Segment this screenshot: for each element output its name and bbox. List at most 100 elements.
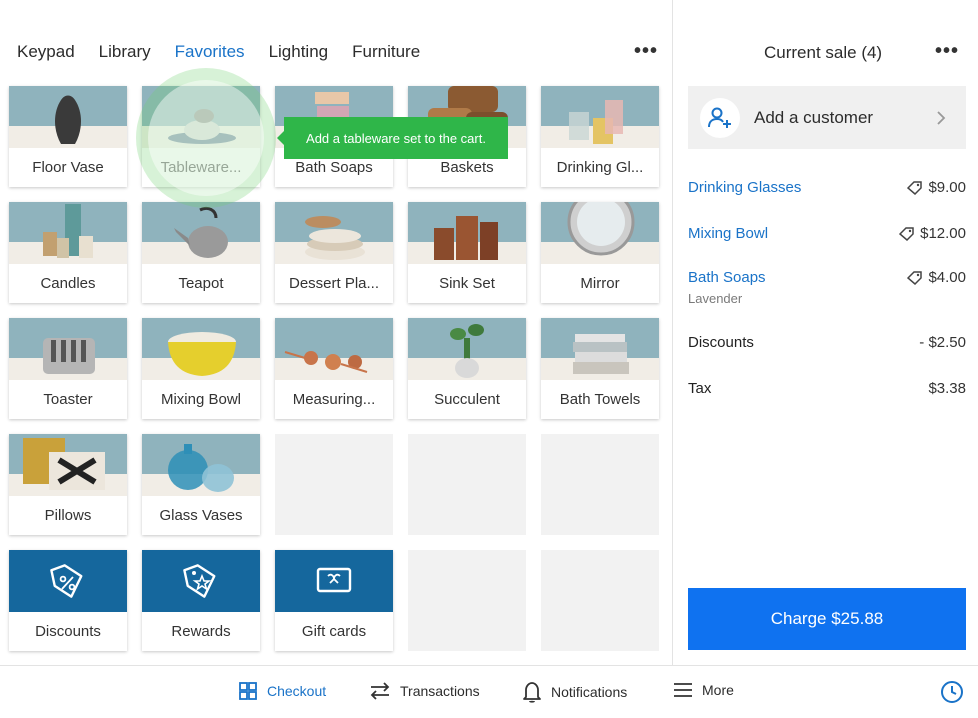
add-person-icon <box>700 97 740 138</box>
item-tile-bath-towels[interactable]: Bath Towels <box>541 318 659 419</box>
nav-notifications-label: Notifications <box>551 684 628 700</box>
floor-vase-image <box>9 86 127 148</box>
gift-cards-tile[interactable]: Gift cards <box>275 550 393 651</box>
succulent-image <box>408 318 526 380</box>
more-options-icon[interactable]: ••• <box>634 40 658 63</box>
nav-checkout[interactable]: Checkout <box>238 681 326 701</box>
item-grid-panel: Keypad Library Favorites Lighting Furnit… <box>0 0 672 665</box>
item-label: Drinking Gl... <box>556 159 644 176</box>
item-tile-pillows[interactable]: Pillows <box>9 434 127 535</box>
item-tile-dessert-plates[interactable]: Dessert Pla... <box>275 202 393 303</box>
favorites-grid: Floor Vase Tableware... Bath Soaps Baske… <box>9 86 659 651</box>
cart-item-price: $4.00 <box>928 269 966 286</box>
discounts-label: Discounts <box>688 334 754 351</box>
tax-value: $3.38 <box>928 380 966 397</box>
menu-icon <box>674 683 692 697</box>
item-tile-tableware[interactable]: Tableware... <box>142 86 260 187</box>
item-tile-measuring[interactable]: Measuring... <box>275 318 393 419</box>
bell-icon <box>523 682 541 703</box>
mixing-bowl-image <box>142 318 260 380</box>
item-label: Teapot <box>178 275 224 292</box>
item-tile-teapot[interactable]: Teapot <box>142 202 260 303</box>
item-tile-glass-vases[interactable]: Glass Vases <box>142 434 260 535</box>
nav-more[interactable]: More <box>673 681 734 699</box>
tax-label: Tax <box>688 380 712 397</box>
discounts-tile[interactable]: Discounts <box>9 550 127 651</box>
item-tile-mirror[interactable]: Mirror <box>541 202 659 303</box>
chevron-right-icon <box>937 110 946 125</box>
item-label: Pillows <box>44 507 92 524</box>
item-label: Succulent <box>434 391 500 408</box>
candles-image <box>9 202 127 264</box>
grid-icon <box>239 682 257 700</box>
item-tile-succulent[interactable]: Succulent <box>408 318 526 419</box>
item-label: Discounts <box>35 623 101 640</box>
nav-checkout-label: Checkout <box>267 683 327 699</box>
cart-item-price: $9.00 <box>928 179 966 196</box>
item-tile-drinking-glasses[interactable]: Drinking Gl... <box>541 86 659 187</box>
empty-tile-slot[interactable] <box>541 434 659 535</box>
nav-notifications[interactable]: Notifications <box>522 681 627 703</box>
item-tile-sink-set[interactable]: Sink Set <box>408 202 526 303</box>
nav-transactions[interactable]: Transactions <box>369 681 480 701</box>
item-label: Measuring... <box>292 391 376 408</box>
item-tile-floor-vase[interactable]: Floor Vase <box>9 86 127 187</box>
item-label: Gift cards <box>301 623 367 640</box>
current-sale-title: Current sale (4) <box>764 43 883 62</box>
reward-star-tag-icon <box>183 564 216 598</box>
clock-icon[interactable] <box>940 680 964 704</box>
tableware-image <box>142 86 260 148</box>
empty-tile-slot[interactable] <box>408 550 526 651</box>
gift-card-icon <box>316 567 352 593</box>
bottom-nav: Checkout Transactions Notifications More <box>0 666 978 718</box>
tab-lighting[interactable]: Lighting <box>269 42 329 62</box>
tag-icon <box>907 180 923 195</box>
drinking-glasses-image <box>541 86 659 148</box>
item-label: Candles <box>40 275 96 292</box>
sink-set-image <box>408 202 526 264</box>
tag-icon <box>907 270 923 285</box>
cart-item-price: $12.00 <box>920 225 966 242</box>
item-label: Mixing Bowl <box>160 391 242 408</box>
add-customer-button[interactable]: Add a customer <box>688 86 966 149</box>
empty-tile-slot[interactable] <box>541 550 659 651</box>
bath-towels-image <box>541 318 659 380</box>
item-label: Glass Vases <box>159 507 243 524</box>
add-customer-label: Add a customer <box>754 107 874 127</box>
swap-arrows-icon <box>370 682 390 700</box>
nav-more-label: More <box>702 682 734 698</box>
empty-tile-slot[interactable] <box>408 434 526 535</box>
cart-item-variant: Lavender <box>688 291 743 306</box>
cart-item-name[interactable]: Drinking Glasses <box>688 179 801 196</box>
rewards-tile[interactable]: Rewards <box>142 550 260 651</box>
tab-library[interactable]: Library <box>99 42 151 62</box>
tab-furniture[interactable]: Furniture <box>352 42 420 62</box>
item-tile-candles[interactable]: Candles <box>9 202 127 303</box>
item-label: Dessert Pla... <box>288 275 380 292</box>
empty-tile-slot[interactable] <box>275 434 393 535</box>
cart-item-name[interactable]: Mixing Bowl <box>688 225 768 242</box>
discount-tag-icon <box>50 564 83 598</box>
item-label: Bath Towels <box>559 391 641 408</box>
pillows-image <box>9 434 127 496</box>
tab-keypad[interactable]: Keypad <box>17 42 75 62</box>
item-tile-toaster[interactable]: Toaster <box>9 318 127 419</box>
discounts-value: - $2.50 <box>919 334 966 351</box>
item-label: Toaster <box>43 391 93 408</box>
item-label: Floor Vase <box>32 159 104 176</box>
item-label: Mirror <box>580 275 620 292</box>
tab-favorites[interactable]: Favorites <box>175 42 245 62</box>
cart-item-name[interactable]: Bath Soaps <box>688 269 766 286</box>
category-tabs: Keypad Library Favorites Lighting Furnit… <box>17 42 420 62</box>
measuring-cups-image <box>275 318 393 380</box>
charge-button[interactable]: Charge $25.88 <box>688 588 966 650</box>
tag-icon <box>899 226 914 241</box>
toaster-image <box>9 318 127 380</box>
dessert-plates-image <box>275 202 393 264</box>
current-sale-panel: Current sale (4) ••• Add a customer Drin… <box>673 0 978 665</box>
item-label: Sink Set <box>439 275 495 292</box>
item-label: Tableware... <box>160 159 242 176</box>
item-tile-mixing-bowl[interactable]: Mixing Bowl <box>142 318 260 419</box>
sale-more-options-icon[interactable]: ••• <box>935 40 959 63</box>
item-label: Rewards <box>171 623 231 640</box>
